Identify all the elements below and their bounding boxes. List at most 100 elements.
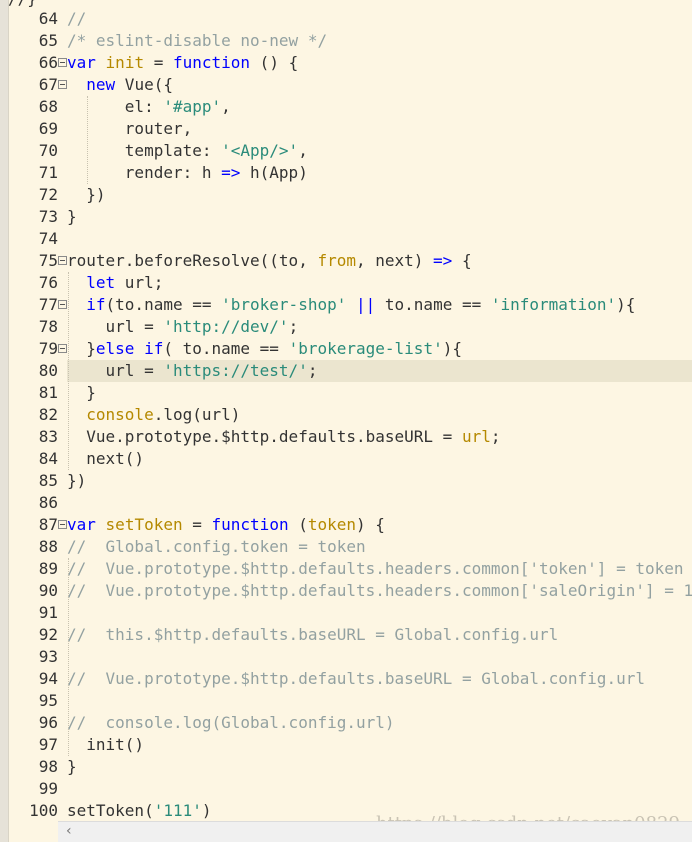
code-line[interactable]: var init = function () { <box>67 52 692 74</box>
indent-guide <box>68 558 69 756</box>
indent-guide <box>68 272 69 470</box>
code-token: el: <box>67 97 164 116</box>
code-line[interactable]: // console.log(Global.config.url) <box>67 712 692 734</box>
code-line[interactable]: url = 'http://dev/'; <box>67 316 692 338</box>
line-number: 88 <box>38 537 58 556</box>
code-line[interactable]: // this.$http.defaults.baseURL = Global.… <box>67 624 692 646</box>
code-area[interactable]: // /* eslint-disable no-new */ var init = … <box>67 0 692 842</box>
code-token: || <box>356 295 376 314</box>
code-token: function <box>211 515 289 534</box>
code-token: Vue({ <box>115 75 173 94</box>
code-line[interactable]: new Vue({ <box>67 74 692 96</box>
line-number: 65 <box>38 31 58 50</box>
line-number: 69 <box>38 119 58 138</box>
code-line[interactable]: } <box>67 382 692 404</box>
line-number-gutter: 64 65 66 67 68 69 70 71 72 73 74 75 76 77 78 79 80 81 82 83… <box>8 0 67 842</box>
code-token: ) { <box>356 515 385 534</box>
code-line[interactable]: url = 'https://test/'; <box>67 360 692 382</box>
code-token: h(App) <box>240 163 308 182</box>
code-token: /* eslint-disable no-new */ <box>67 31 328 50</box>
code-line[interactable]: // Global.config.token = token <box>67 536 692 558</box>
line-number: 80 <box>38 361 58 380</box>
scroll-left-icon[interactable]: ‹ <box>66 823 72 839</box>
code-editor[interactable]: //} 64 65 66 67 68 69 70 71 72 73 74 75 76 77 78 79 80 81… <box>0 0 692 842</box>
code-line[interactable]: // <box>67 8 692 30</box>
code-token: // Global.config.token = token <box>67 537 366 556</box>
code-line[interactable]: }) <box>67 470 692 492</box>
fold-toggle-icon[interactable] <box>58 256 67 265</box>
horizontal-scrollbar[interactable]: ‹ <box>58 821 692 842</box>
code-line[interactable]: // Vue.prototype.$http.defaults.baseURL … <box>67 668 692 690</box>
code-line[interactable] <box>67 602 692 624</box>
line-number: 79 <box>38 339 58 358</box>
code-token: => <box>433 251 453 270</box>
code-line[interactable]: render: h => h(App) <box>67 162 692 184</box>
code-token: ; <box>490 427 501 446</box>
code-token: router.beforeResolve((to, <box>67 251 318 270</box>
line-number: 71 <box>38 163 58 182</box>
code-line[interactable] <box>67 778 692 800</box>
code-token: setToken( <box>67 801 154 820</box>
line-number: 86 <box>38 493 58 512</box>
code-line[interactable]: }else if( to.name == 'brokerage-list'){ <box>67 338 692 360</box>
line-number: 90 <box>38 581 58 600</box>
line-number: 83 <box>38 427 58 446</box>
code-line[interactable]: if(to.name == 'broker-shop' || to.name =… <box>67 294 692 316</box>
code-line[interactable] <box>67 646 692 668</box>
code-token: }) <box>67 185 106 204</box>
code-line[interactable]: // Vue.prototype.$http.defaults.headers.… <box>67 558 692 580</box>
code-token: function <box>172 53 251 72</box>
code-line[interactable]: } <box>67 756 692 778</box>
code-token: url = <box>67 361 164 380</box>
code-line[interactable]: el: '#app', <box>67 96 692 118</box>
code-token: = <box>144 53 173 72</box>
code-line[interactable]: }) <box>67 184 692 206</box>
code-token: token <box>307 515 357 534</box>
fold-toggle-icon[interactable] <box>58 300 67 309</box>
code-token: = <box>182 515 212 534</box>
fold-toggle-icon[interactable] <box>58 80 67 89</box>
code-token: from <box>317 251 356 270</box>
code-line[interactable]: init() <box>67 734 692 756</box>
code-line[interactable]: template: '<App/>', <box>67 140 692 162</box>
line-number: 92 <box>38 625 58 644</box>
code-line[interactable]: console.log(url) <box>67 404 692 426</box>
code-line[interactable]: router.beforeResolve((to, from, next) =>… <box>67 250 692 272</box>
line-number: 93 <box>38 647 58 666</box>
code-token: => <box>221 163 241 182</box>
code-token: ( to.name == <box>163 339 289 358</box>
line-number: 74 <box>38 229 58 248</box>
code-token: // Vue.prototype.$http.defaults.baseURL … <box>67 669 645 688</box>
code-token: ) <box>201 801 212 820</box>
code-line[interactable]: /* eslint-disable no-new */ <box>67 30 692 52</box>
code-line[interactable]: // Vue.prototype.$http.defaults.headers.… <box>67 580 692 602</box>
code-token: { <box>452 251 472 270</box>
code-line[interactable]: Vue.prototype.$http.defaults.baseURL = u… <box>67 426 692 448</box>
code-line[interactable]: let url; <box>67 272 692 294</box>
code-line[interactable] <box>67 492 692 514</box>
code-line[interactable] <box>67 690 692 712</box>
code-line[interactable] <box>67 228 692 250</box>
fold-toggle-icon[interactable] <box>58 520 67 529</box>
fold-toggle-icon[interactable] <box>58 58 67 67</box>
code-token: render: h <box>67 163 222 182</box>
line-number: 77 <box>38 295 58 314</box>
fold-toggle-icon[interactable] <box>58 344 67 353</box>
code-token: } <box>67 339 96 358</box>
code-line[interactable]: next() <box>67 448 692 470</box>
code-line[interactable]: } <box>67 206 692 228</box>
code-token: router, <box>67 119 193 138</box>
code-token: url = <box>67 317 164 336</box>
code-token: let <box>86 273 116 292</box>
code-line[interactable]: var setToken = function (token) { <box>67 514 692 536</box>
code-line[interactable]: router, <box>67 118 692 140</box>
code-token: template: <box>67 141 222 160</box>
line-number: 95 <box>38 691 58 710</box>
code-token: // this.$http.defaults.baseURL = Global.… <box>67 625 559 644</box>
line-number: 84 <box>38 449 58 468</box>
